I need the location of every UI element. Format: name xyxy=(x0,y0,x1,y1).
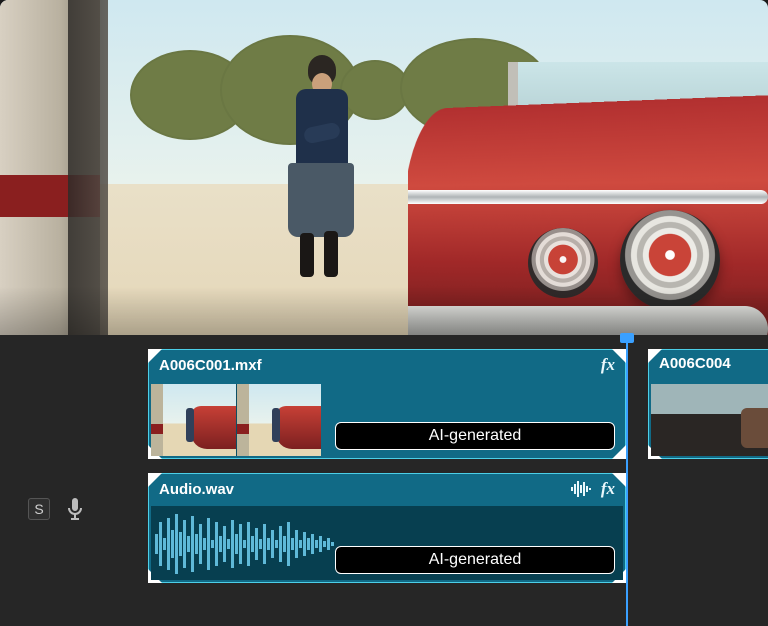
preview-scene xyxy=(0,0,768,335)
video-editor-app: S A006C001.mxf fx xyxy=(0,0,768,626)
fx-icon[interactable]: fx xyxy=(601,355,615,375)
audio-track-row[interactable]: Audio.wav fx xyxy=(148,473,768,583)
video-track-header[interactable] xyxy=(0,335,140,451)
video-clip-1[interactable]: A006C001.mxf fx AI-generated xyxy=(148,349,626,459)
clip-thumbnails xyxy=(151,384,321,456)
audio-track-header[interactable]: S xyxy=(0,451,140,567)
track-header-column: S xyxy=(0,335,140,626)
video-track-row[interactable]: A006C001.mxf fx AI-generated A006C004 xyxy=(148,349,768,459)
clip-filename: Audio.wav xyxy=(159,481,234,498)
waveform xyxy=(155,512,337,574)
audio-waveform-icon[interactable] xyxy=(571,481,591,497)
timeline-panel: S A006C001.mxf fx xyxy=(0,335,768,626)
playhead[interactable] xyxy=(626,335,628,626)
tracks-area[interactable]: A006C001.mxf fx AI-generated A006C004 xyxy=(140,335,768,626)
ai-generated-badge: AI-generated xyxy=(335,546,615,574)
clip-filename: A006C004 xyxy=(659,355,731,372)
ai-generated-badge: AI-generated xyxy=(335,422,615,450)
audio-clip-1[interactable]: Audio.wav fx xyxy=(148,473,626,583)
fx-icon[interactable]: fx xyxy=(601,479,615,499)
clip-thumbnails xyxy=(651,384,768,456)
clip-filename: A006C001.mxf xyxy=(159,357,262,374)
mic-icon[interactable] xyxy=(66,498,84,520)
solo-button[interactable]: S xyxy=(28,498,50,520)
program-monitor[interactable] xyxy=(0,0,768,335)
video-clip-2[interactable]: A006C004 xyxy=(648,349,768,459)
